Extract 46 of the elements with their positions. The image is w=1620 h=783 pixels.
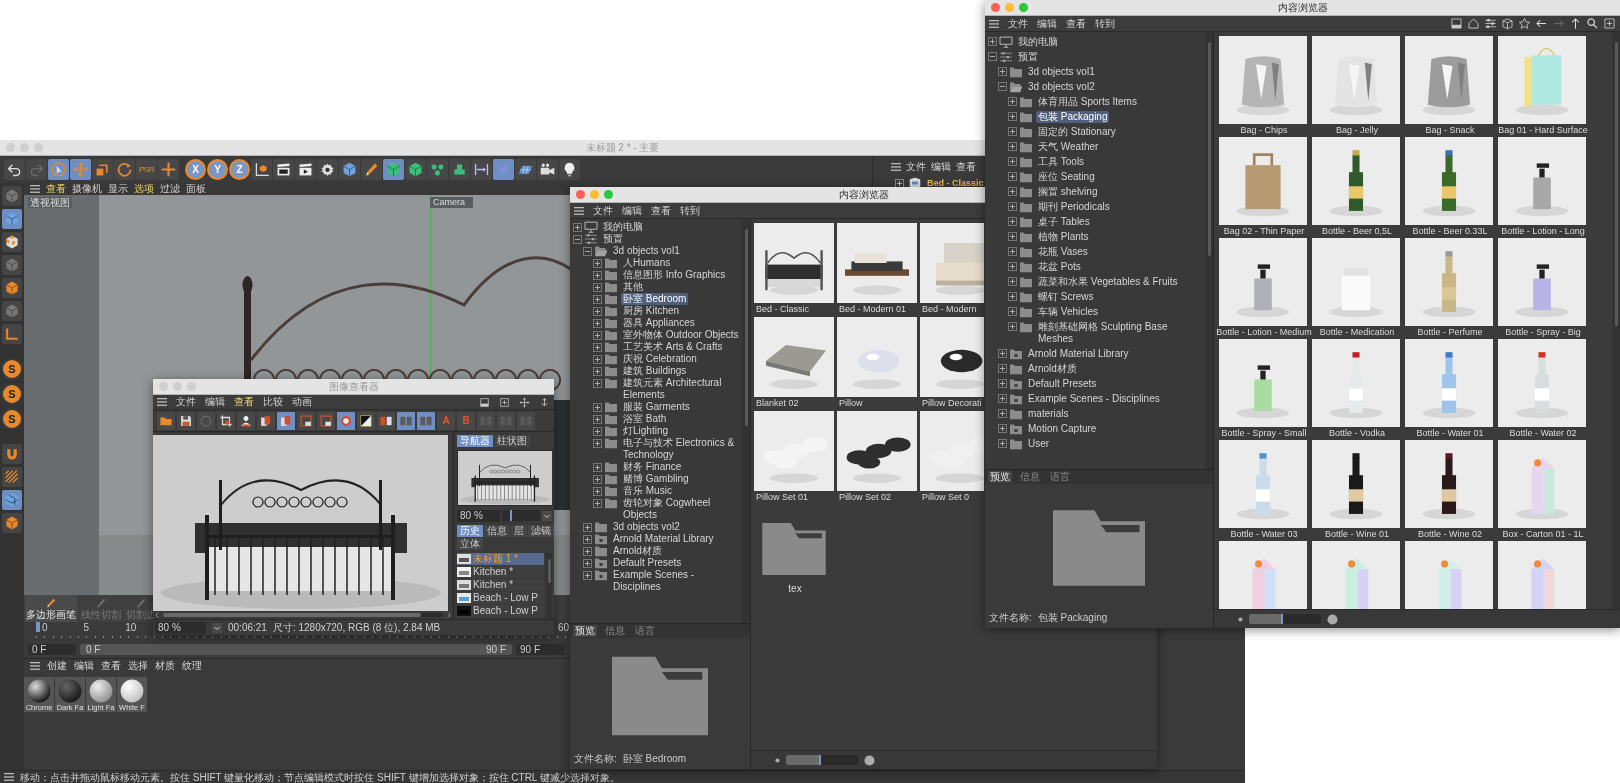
asset-name: Blanket 02 (755, 397, 799, 409)
asset-name: Bag 02 - Thin Paper (1222, 225, 1305, 237)
range-end-label: 90 F (486, 643, 506, 655)
asset-name: Bottle - Medication (1318, 326, 1395, 338)
asset-name: Bottle - Water 02 (1508, 427, 1577, 439)
asset-name: Bottle - Lotion - Medium (1215, 326, 1312, 338)
asset-name: Bed - Modern (921, 303, 977, 315)
asset-name: Bottle - Beer 0,5L (1320, 225, 1392, 237)
status-text: 移动：点击并拖动鼠标移动元素。按住 SHIFT 键量化移动；节点编辑模式时按住 SHIFT 键增加选择对象；按住 CTRL 键减少选择对象。 (20, 771, 620, 783)
asset-name: Bottle - Spray - Small (1220, 427, 1307, 439)
file-name-label: 文件名称: (574, 753, 617, 765)
asset-name: Pillow Set 01 (755, 491, 809, 503)
file-name: 包装 Packaging (1037, 612, 1108, 624)
window-title: 内容浏览器 (1277, 1, 1328, 14)
frame-number: 60 (557, 622, 569, 633)
asset-name: Pillow Set 0 (921, 491, 970, 503)
window-title: 未标题 2 * - 主要 (585, 141, 660, 154)
asset-name: Bottle - Perfume (1416, 326, 1483, 338)
asset-name: Bag - Jelly (1335, 124, 1378, 136)
asset-name: Bottle - Wine 02 (1417, 528, 1482, 540)
file-name: 卧室 Bedroom (622, 753, 687, 765)
asset-name: Bottle - Spray - Big (1504, 326, 1581, 338)
asset-name: Pillow Set 02 (838, 491, 892, 503)
asset-name: Box - Carton 01 - 1L (1501, 528, 1584, 540)
asset-name: Bed - Modern 01 (838, 303, 907, 315)
asset-name: Bottle - Vodka (1327, 427, 1385, 439)
asset-name: Bed - Classic (755, 303, 809, 315)
asset-name: Pillow (838, 397, 863, 409)
asset-name: Pillow Decorati (921, 397, 982, 409)
asset-name: Bottle - Lotion - Long (1500, 225, 1585, 237)
folder-name: tex (787, 582, 802, 595)
asset-name: Bottle - Water 03 (1229, 528, 1298, 540)
asset-name: Bag - Snack (1424, 124, 1475, 136)
frame-number: 10 (125, 622, 137, 633)
range-start-label: 0 F (86, 643, 101, 655)
render-time: 00:06:21 (228, 622, 267, 633)
asset-name: Bottle - Wine 01 (1324, 528, 1389, 540)
asset-name: Bag - Chips (1239, 124, 1288, 136)
frame-number: 0 (42, 622, 48, 633)
file-name-label: 文件名称: (989, 612, 1032, 624)
asset-name: Bag 01 - Hard Surface (1497, 124, 1588, 136)
frame-number: 5 (83, 622, 90, 633)
image-info: 尺寸: 1280x720, RGB (8 位), 2.84 MB (272, 620, 441, 635)
asset-name: Bottle - Beer 0.33L (1411, 225, 1488, 237)
asset-name: Bottle - Water 01 (1415, 427, 1484, 439)
window-title: 内容浏览器 (838, 188, 889, 201)
